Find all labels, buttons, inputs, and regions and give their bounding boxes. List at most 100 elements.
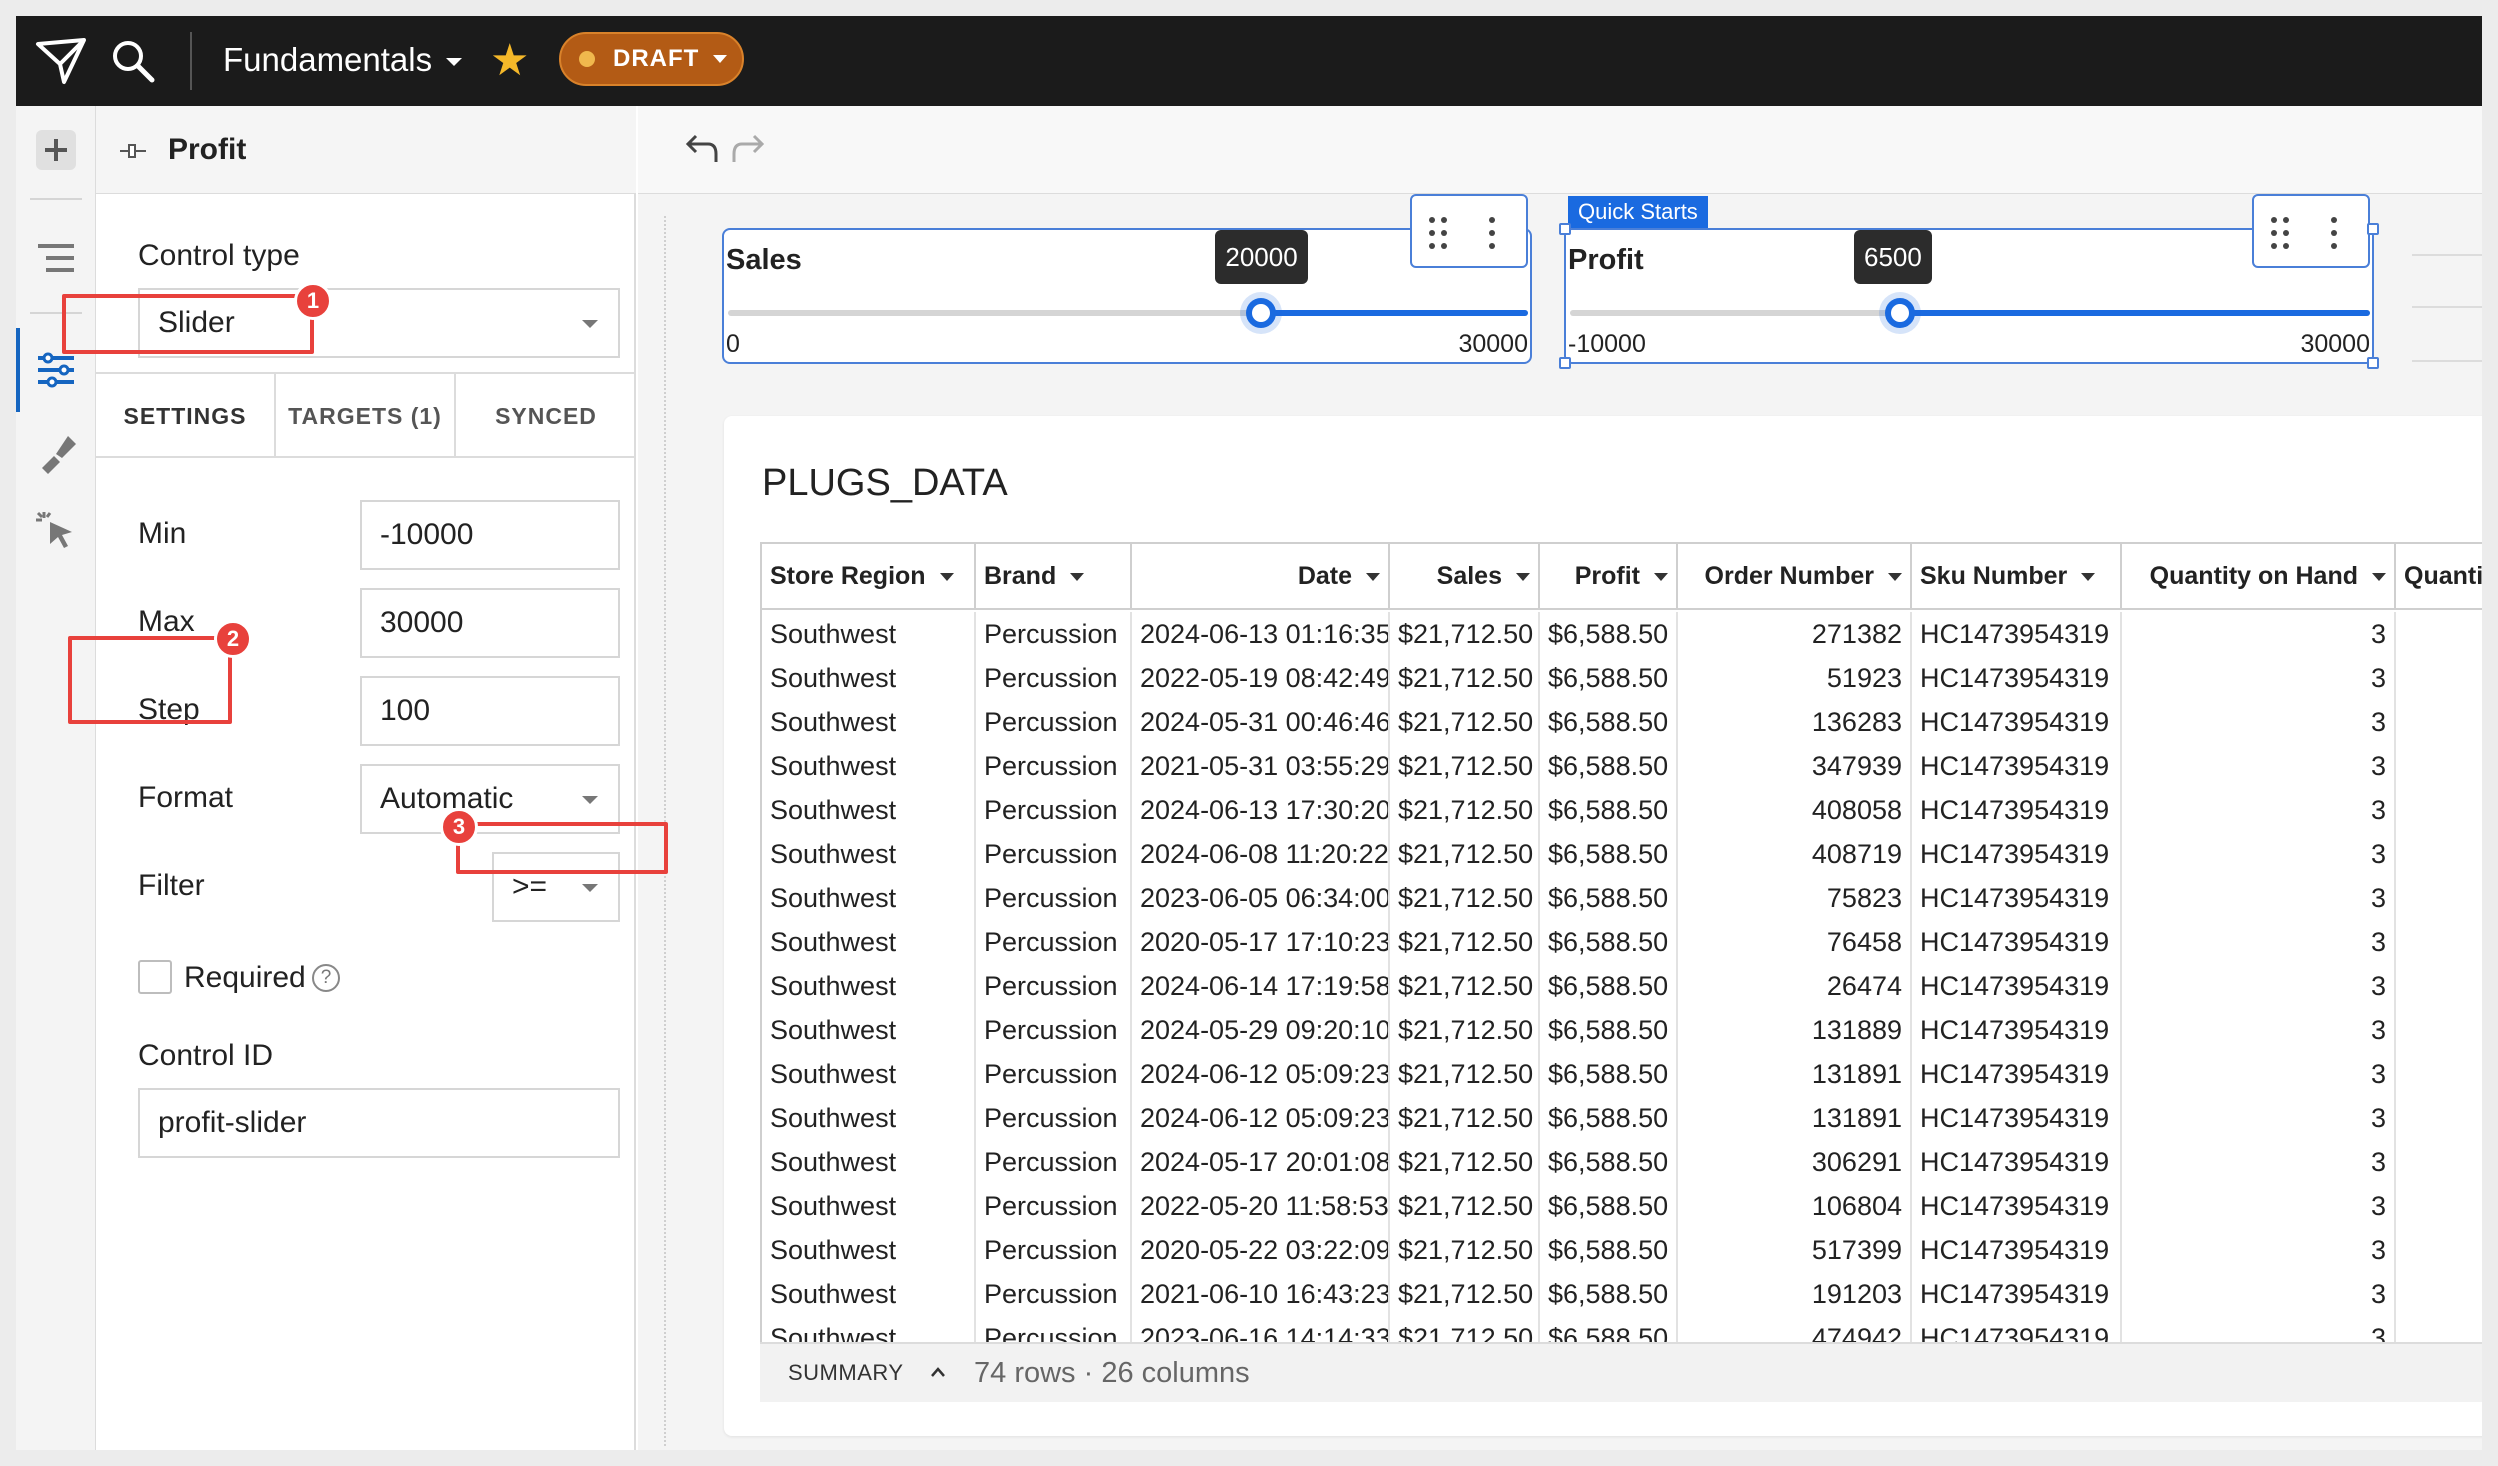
table-row[interactable]: Southwest Percussion 2022-05-20 11:58:53 $2… [762,1184,2482,1228]
chevron-down-icon[interactable] [1516,573,1530,582]
slider-thumb[interactable] [1885,298,1915,328]
max-input[interactable]: 30000 [360,588,620,658]
column-header[interactable]: Quantity [2396,544,2482,610]
app-frame: Fundamentals ★ DRAFT Profit Control type… [16,16,2482,1450]
undo-icon[interactable] [680,130,720,170]
chevron-down-icon [446,58,463,67]
table-cell: 3 [2122,920,2396,964]
redo-icon[interactable] [730,130,770,170]
draft-status-label: DRAFT [613,45,700,72]
table-cell: $6,588.50 [1540,920,1678,964]
outline-icon [38,244,74,272]
min-input[interactable]: -10000 [360,500,620,570]
table-row[interactable]: Southwest Percussion 2024-05-31 00:46:46 $2… [762,700,2482,744]
table-row[interactable]: Southwest Percussion 2024-05-17 20:01:08 $2… [762,1140,2482,1184]
column-header[interactable]: Order Number [1678,544,1912,610]
chevron-down-icon[interactable] [1888,573,1902,582]
table-row[interactable]: Southwest Percussion 2024-06-13 01:16:35 $2… [762,612,2482,656]
table-row[interactable]: Southwest Percussion 2024-06-12 05:09:23 $2… [762,1096,2482,1140]
logo-icon[interactable] [34,36,88,86]
table-cell: Southwest [762,1096,976,1140]
table-cell: $6,588.50 [1540,1316,1678,1342]
add-element-button[interactable] [28,122,84,178]
table-row[interactable]: Southwest Percussion 2020-05-22 03:22:09 $2… [762,1228,2482,1272]
star-icon[interactable]: ★ [490,36,529,86]
table-row[interactable]: Southwest Percussion 2024-06-13 17:30:20 $2… [762,788,2482,832]
resize-handle[interactable] [1559,223,1571,235]
chevron-down-icon[interactable] [2372,573,2386,582]
tab-synced[interactable]: SYNCED [456,374,636,458]
column-header[interactable]: Sku Number [1912,544,2122,610]
resize-handle[interactable] [2367,357,2379,369]
table-row[interactable]: Southwest Percussion 2020-05-17 17:10:23 $2… [762,920,2482,964]
more-icon[interactable] [2328,214,2340,252]
table-row[interactable]: Southwest Percussion 2021-06-10 16:43:23 $2… [762,1272,2482,1316]
table-row[interactable]: Southwest Percussion 2023-06-16 14:14:33 $2… [762,1316,2482,1342]
chevron-down-icon [582,884,598,892]
profit-slider-control[interactable]: Quick Starts Profit 6500 -10000 30000 [1559,194,2379,369]
control-id-input[interactable]: profit-slider [138,1088,620,1158]
column-header-label: Brand [984,562,1057,590]
table-cell: 2021-05-31 03:55:29 [1132,744,1390,788]
table-cell: $21,712.50 [1390,744,1540,788]
table-row[interactable]: Southwest Percussion 2024-06-14 17:19:58 $2… [762,964,2482,1008]
slider-thumb[interactable] [1246,298,1277,328]
table-row[interactable]: Southwest Percussion 2024-06-12 05:09:23 $2… [762,1052,2482,1096]
table-cell: 3 [2122,876,2396,920]
chevron-down-icon [582,320,598,328]
chevron-down-icon[interactable] [1366,573,1380,582]
table-row[interactable]: Southwest Percussion 2021-05-31 03:55:29 $2… [762,744,2482,788]
tab-settings[interactable]: SETTINGS [96,374,274,458]
column-header[interactable]: Brand [976,544,1132,610]
draft-status-button[interactable]: DRAFT [559,32,744,86]
table-cell: Southwest [762,1316,976,1342]
table-cell [2396,1184,2482,1228]
column-header[interactable]: Profit [1540,544,1678,610]
resize-handle[interactable] [1559,357,1571,369]
table-cell: 408719 [1678,832,1912,876]
chevron-up-icon[interactable] [930,1364,946,1380]
column-header[interactable]: Sales [1390,544,1540,610]
tab-targets[interactable]: TARGETS (1) [276,374,454,458]
table-cell [2396,1096,2482,1140]
column-header-label: Sku Number [1920,562,2068,590]
table-element[interactable]: PLUGS_DATA Store Region Brand Date Sales Pro… [724,416,2482,1436]
interactions-button[interactable] [28,502,84,558]
column-header[interactable]: Store Region [762,544,976,610]
table-cell: Southwest [762,612,976,656]
canvas-rule [2412,360,2482,362]
table-row[interactable]: Southwest Percussion 2024-05-29 09:20:10 $2… [762,1008,2482,1052]
column-header[interactable]: Date [1132,544,1390,610]
document-title-menu[interactable]: Fundamentals [223,38,463,82]
more-icon[interactable] [1486,214,1498,252]
profit-slider-title: Profit [1568,244,1644,276]
help-icon[interactable]: ? [312,964,340,992]
format-button[interactable] [28,426,84,482]
chevron-down-icon[interactable] [1654,573,1668,582]
summary-toggle-button[interactable]: SUMMARY [788,1344,904,1402]
required-checkbox[interactable] [138,960,172,994]
chevron-down-icon[interactable] [939,573,954,582]
drag-handle-icon[interactable] [1426,214,1452,252]
step-input[interactable]: 100 [360,676,620,746]
table-row[interactable]: Southwest Percussion 2024-06-08 11:20:22 $2… [762,832,2482,876]
table-cell: 2023-06-05 06:34:00 [1132,876,1390,920]
chevron-down-icon[interactable] [2081,573,2096,582]
table-cell: Percussion [976,656,1132,700]
search-icon[interactable] [108,36,158,86]
table-cell: Percussion [976,1316,1132,1342]
chevron-down-icon[interactable] [1070,573,1085,582]
table-cell [2396,832,2482,876]
table-cell: 2024-06-12 05:09:23 [1132,1096,1390,1140]
table-cell: 191203 [1678,1272,1912,1316]
drag-handle-icon[interactable] [2268,214,2294,252]
resize-handle[interactable] [2367,223,2379,235]
table-cell: Southwest [762,832,976,876]
table-cell: $6,588.50 [1540,1140,1678,1184]
outline-button[interactable] [28,230,84,286]
table-row[interactable]: Southwest Percussion 2023-06-05 06:34:00 $2… [762,876,2482,920]
table-cell: Percussion [976,788,1132,832]
column-header[interactable]: Quantity on Hand [2122,544,2396,610]
sales-slider-control[interactable]: Sales 20000 0 30000 [722,194,1532,364]
table-row[interactable]: Southwest Percussion 2022-05-19 08:42:49 $2… [762,656,2482,700]
